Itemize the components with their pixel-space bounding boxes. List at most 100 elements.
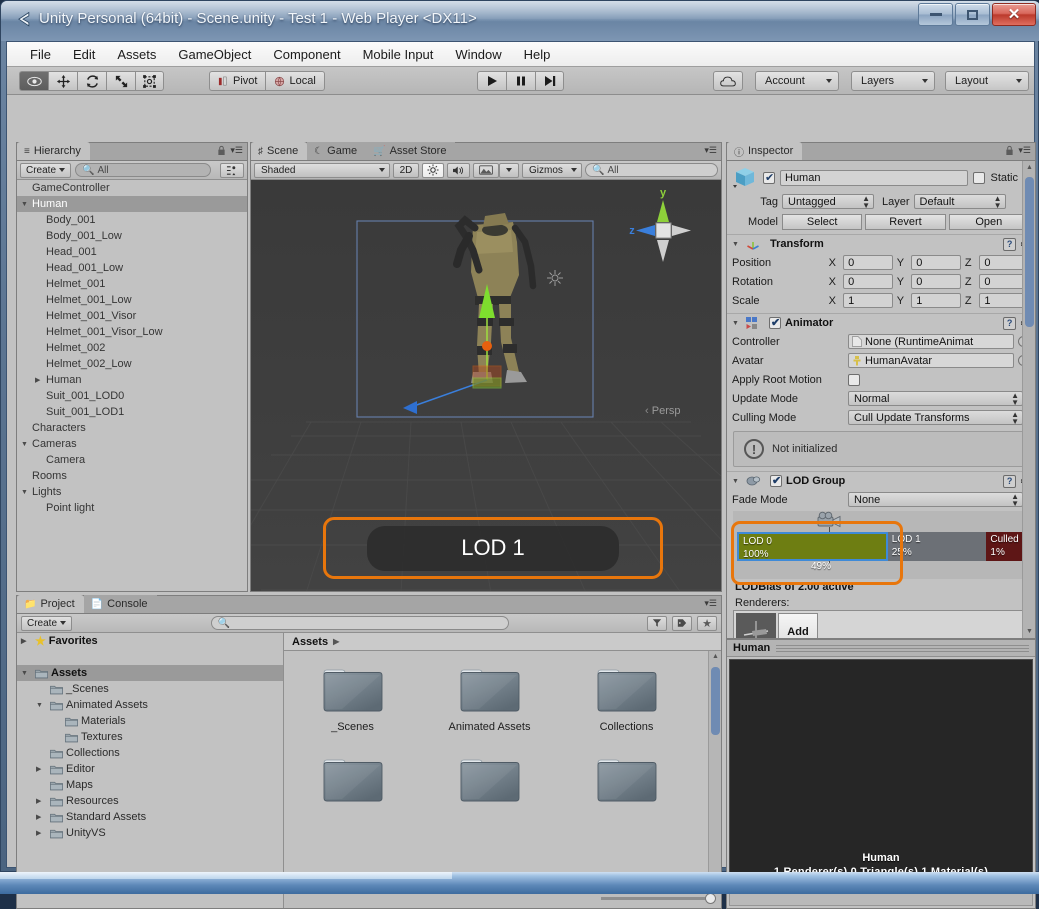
- project-tree-item[interactable]: ★Favorites: [17, 633, 283, 649]
- foldout-open-icon[interactable]: [21, 201, 32, 208]
- lodgroup-foldout-icon[interactable]: [732, 478, 742, 485]
- hierarchy-item[interactable]: Point light: [17, 500, 247, 516]
- project-tree-item[interactable]: Textures: [17, 729, 283, 745]
- hierarchy-item[interactable]: Cameras: [17, 436, 247, 452]
- asset-grid-item[interactable]: Collections: [558, 665, 695, 733]
- hierarchy-item[interactable]: Suit_001_LOD1: [17, 404, 247, 420]
- hierarchy-create-button[interactable]: Create: [20, 163, 71, 178]
- project-tree-item[interactable]: Standard Assets: [17, 809, 283, 825]
- audio-toggle-button[interactable]: [447, 163, 470, 178]
- hierarchy-menu-icon[interactable]: ▾☰: [230, 145, 243, 156]
- animator-enabled-checkbox[interactable]: [769, 317, 781, 329]
- lodgroup-component-header[interactable]: LOD Group ? ⚙: [727, 471, 1035, 490]
- asset-grid-item[interactable]: Animated Assets: [421, 665, 558, 733]
- move-tool-button[interactable]: [48, 71, 77, 91]
- camera-icon[interactable]: [816, 511, 844, 531]
- asset-zoom-knob[interactable]: [705, 893, 716, 904]
- model-revert-button[interactable]: Revert: [865, 214, 945, 230]
- asset-zoom-slider[interactable]: [601, 897, 711, 900]
- project-search-input[interactable]: 🔍: [211, 616, 509, 630]
- transform-scale-x-input[interactable]: 1: [843, 293, 893, 308]
- fade-mode-dropdown[interactable]: None ▲▼: [848, 492, 1023, 507]
- tab-project[interactable]: 📁 Project: [17, 595, 84, 613]
- hierarchy-item[interactable]: Body_001_Low: [17, 228, 247, 244]
- inspector-scrollbar[interactable]: ▲ ▼: [1022, 161, 1035, 638]
- help-icon[interactable]: ?: [1003, 317, 1016, 330]
- culling-mode-dropdown[interactable]: Cull Update Transforms ▲▼: [848, 410, 1023, 425]
- effects-dropdown-button[interactable]: [499, 163, 519, 178]
- asset-grid[interactable]: _ScenesAnimated AssetsCollections: [284, 651, 708, 887]
- local-toggle-button[interactable]: Local: [265, 71, 324, 91]
- menu-component[interactable]: Component: [262, 45, 351, 64]
- project-tree-item[interactable]: Editor: [17, 761, 283, 777]
- transform-component-header[interactable]: Transform ? ⚙: [727, 234, 1035, 253]
- object-active-checkbox[interactable]: [763, 172, 775, 184]
- filter-by-label-button[interactable]: [672, 616, 692, 631]
- model-open-button[interactable]: Open: [949, 214, 1029, 230]
- close-button[interactable]: ✕: [992, 3, 1036, 26]
- step-button[interactable]: [535, 71, 564, 91]
- help-icon[interactable]: ?: [1003, 475, 1016, 488]
- gizmos-dropdown[interactable]: Gizmos: [522, 163, 582, 178]
- controller-object-field[interactable]: None (RuntimeAnimat: [848, 334, 1014, 349]
- asset-grid-item[interactable]: [284, 755, 421, 811]
- foldout-closed-icon[interactable]: [36, 813, 47, 821]
- scene-menu-icon[interactable]: ▾☰: [704, 145, 717, 156]
- hierarchy-item[interactable]: Lights: [17, 484, 247, 500]
- scale-tool-button[interactable]: [106, 71, 135, 91]
- asset-grid-item[interactable]: _Scenes: [284, 665, 421, 733]
- tab-inspector[interactable]: ⓘ Inspector: [727, 142, 802, 160]
- transform-foldout-icon[interactable]: [732, 241, 742, 248]
- project-tree-item[interactable]: Maps: [17, 777, 283, 793]
- menu-assets[interactable]: Assets: [106, 45, 167, 64]
- filter-by-type-button[interactable]: [647, 616, 667, 631]
- play-button[interactable]: [477, 71, 506, 91]
- hierarchy-item[interactable]: Human: [17, 372, 247, 388]
- tab-game[interactable]: ☾ Game: [307, 142, 366, 160]
- scene-canvas[interactable]: y z ‹ Persp LOD 1: [251, 180, 721, 591]
- breadcrumb[interactable]: Assets ▶: [284, 633, 721, 651]
- account-dropdown[interactable]: Account: [755, 71, 839, 91]
- project-tree-item[interactable]: [17, 649, 283, 665]
- hierarchy-item[interactable]: Camera: [17, 452, 247, 468]
- foldout-closed-icon[interactable]: [36, 829, 47, 837]
- menu-edit[interactable]: Edit: [62, 45, 106, 64]
- lodgroup-enabled-checkbox[interactable]: [770, 475, 782, 487]
- asset-grid-item[interactable]: [558, 755, 695, 811]
- cloud-button[interactable]: [713, 71, 743, 91]
- foldout-open-icon[interactable]: [21, 489, 32, 496]
- scene-search-input[interactable]: 🔍 All: [585, 163, 718, 177]
- inspector-scroll-thumb[interactable]: [1025, 177, 1034, 327]
- tab-hierarchy[interactable]: ≡ Hierarchy: [17, 142, 90, 160]
- rotate-tool-button[interactable]: [77, 71, 106, 91]
- hierarchy-search-input[interactable]: 🔍 All: [75, 163, 211, 177]
- layout-dropdown[interactable]: Layout: [945, 71, 1029, 91]
- foldout-closed-icon[interactable]: [36, 797, 47, 805]
- menu-window[interactable]: Window: [444, 45, 512, 64]
- update-mode-dropdown[interactable]: Normal ▲▼: [848, 391, 1023, 406]
- scroll-up-icon[interactable]: ▲: [712, 653, 719, 660]
- project-scrollbar[interactable]: ▲ ▼: [708, 651, 721, 887]
- project-tree-item[interactable]: Materials: [17, 713, 283, 729]
- project-tree-item[interactable]: Assets: [17, 665, 283, 681]
- lod-level-2[interactable]: Culled1%: [986, 532, 1027, 561]
- lod-level-0[interactable]: LOD 0100%: [737, 532, 888, 561]
- scroll-down-icon[interactable]: ▼: [1026, 628, 1033, 635]
- preview-canvas[interactable]: Human 1 Renderer(s) 0 Triangle(s) 1 Mate…: [729, 659, 1033, 884]
- menu-file[interactable]: File: [19, 45, 62, 64]
- hierarchy-item[interactable]: Helmet_001_Visor: [17, 308, 247, 324]
- add-renderer-button[interactable]: Add: [778, 613, 818, 638]
- menu-gameobject[interactable]: GameObject: [167, 45, 262, 64]
- foldout-closed-icon[interactable]: [35, 376, 46, 384]
- projection-mode-label[interactable]: ‹ Persp: [645, 405, 680, 417]
- hierarchy-item[interactable]: Helmet_001_Visor_Low: [17, 324, 247, 340]
- project-menu-icon[interactable]: ▾☰: [704, 598, 717, 609]
- layer-dropdown[interactable]: Default ▲▼: [914, 194, 1006, 209]
- hierarchy-item[interactable]: Body_001: [17, 212, 247, 228]
- apply-root-motion-checkbox[interactable]: [848, 374, 860, 386]
- hierarchy-item[interactable]: GameController: [17, 180, 247, 196]
- foldout-open-icon[interactable]: [21, 670, 32, 677]
- preview-drag-handle[interactable]: [776, 645, 1029, 652]
- layers-dropdown[interactable]: Layers: [851, 71, 935, 91]
- transform-rotation-y-input[interactable]: 0: [911, 274, 961, 289]
